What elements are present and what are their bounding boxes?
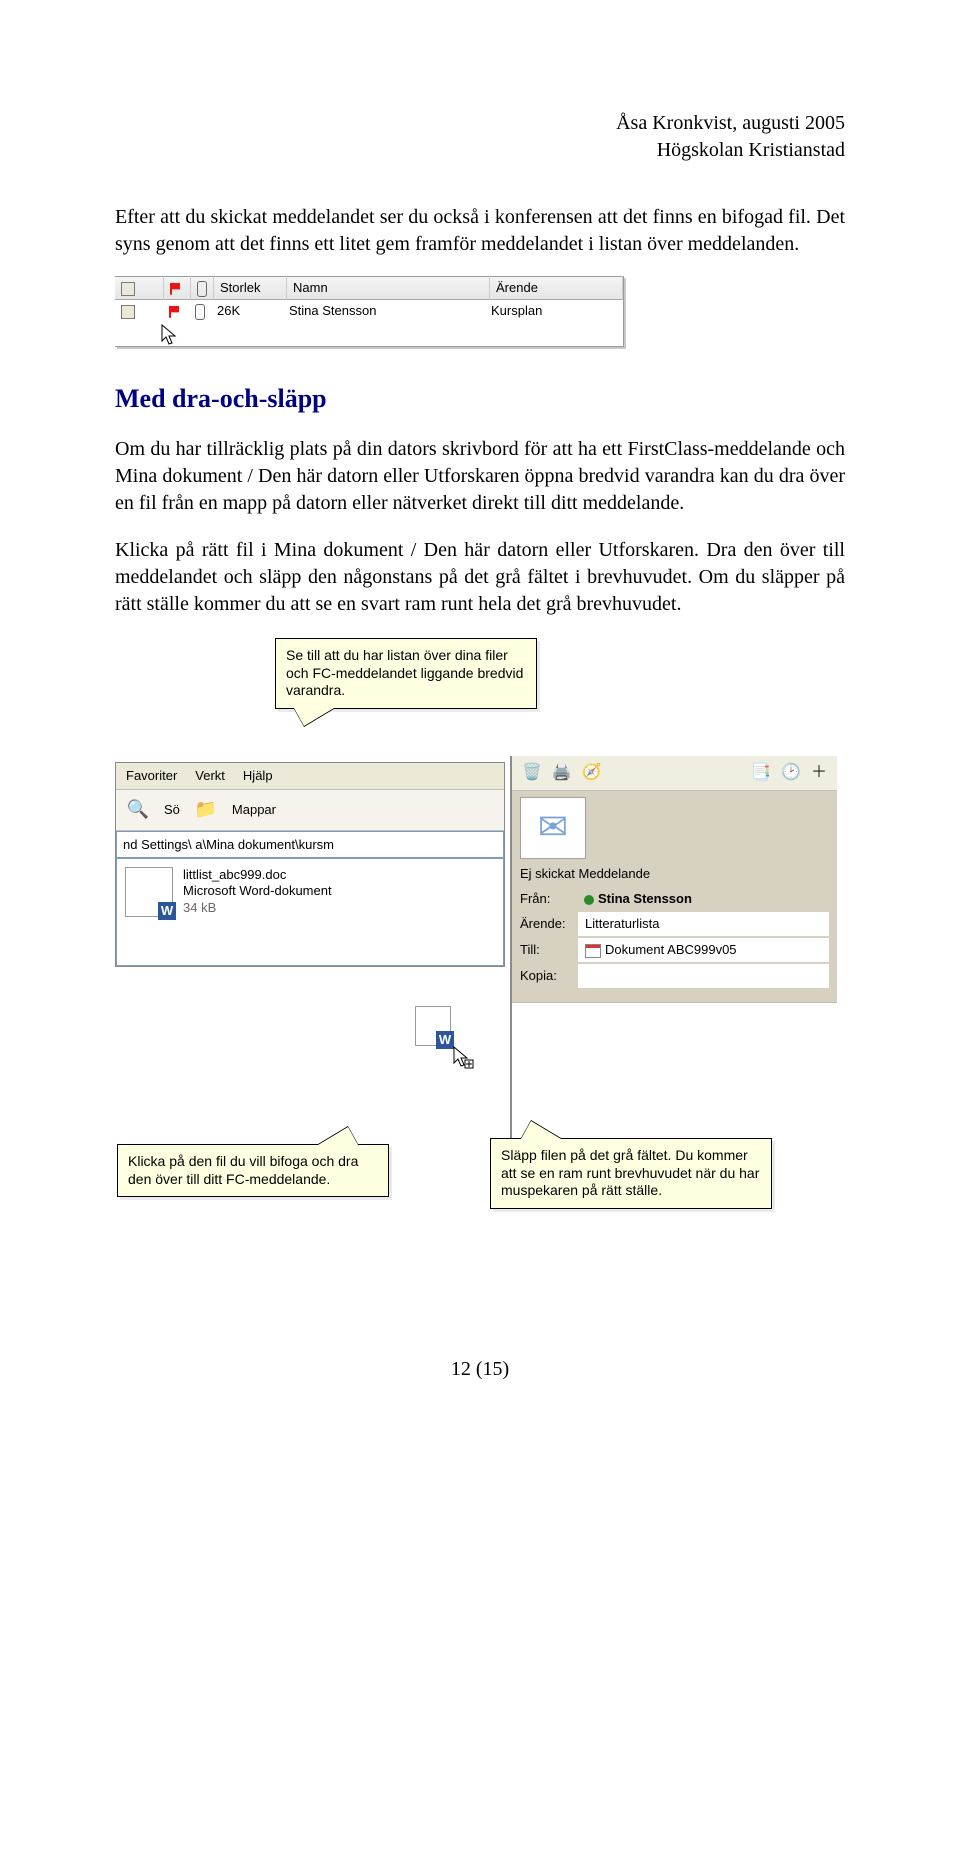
value-subject[interactable]: Litteraturlista [578,912,829,936]
menu-hjalp[interactable]: Hjälp [243,767,273,785]
explorer-window: Favoriter Verkt Hjälp 🔍 Sö 📁 Mappar nd S… [115,762,505,967]
explorer-toolbar: 🔍 Sö 📁 Mappar [116,790,504,831]
col-subject[interactable]: Ärende [490,276,623,300]
table-header-row: Storlek Namn Ärende [115,277,623,300]
sort-icon [121,282,135,296]
word-file-icon[interactable] [125,867,173,917]
callout-bottom-right: Släpp filen på det grå fältet. Du kommer… [490,1138,772,1209]
trash-icon[interactable]: 🗑️ [522,762,542,784]
file-size: 34 kB [183,900,332,916]
header-author: Åsa Kronkvist, augusti 2005 [115,110,845,137]
cell-subject: Kursplan [485,299,623,323]
folders-icon[interactable]: 📁 [192,796,220,824]
value-to[interactable]: Dokument ABC999v05 [578,938,829,962]
label-to: Till: [520,941,578,959]
callout-bottom-left: Klicka på den fil du vill bifoga och dra… [117,1144,389,1197]
message-window: 🗑️ 🖨️ 🧭 📑 🕑 ＋ ✉︎ Ej skickat Meddelande F… [510,756,837,1163]
add-icon[interactable]: ＋ [811,762,827,784]
value-from: Stina Stensson [578,888,829,910]
label-cc: Kopia: [520,967,578,985]
person-icon [584,895,594,905]
value-cc[interactable] [578,964,829,988]
table-row[interactable]: 26K Stina Stensson Kursplan [115,300,623,322]
cell-size: 26K [211,299,283,323]
toolbar-search-label[interactable]: Sö [164,801,180,819]
screenshot-message-list: Storlek Namn Ärende 26K Stina Stensson K… [115,276,624,347]
message-envelope-icon: ✉︎ [520,797,586,859]
explorer-body: littlist_abc999.doc Microsoft Word-dokum… [116,858,504,966]
cursor-icon [161,324,179,346]
mail-icon [121,305,135,319]
address-bar[interactable]: nd Settings\ a\Mina dokument\kursm [116,831,504,859]
from-name: Stina Stensson [598,891,692,906]
col-size[interactable]: Storlek [214,276,287,300]
attachment-icon [195,304,205,320]
drag-ghost [415,1006,451,1046]
screenshot-drag-drop: Se till att du har listan över dina file… [115,636,835,1276]
file-metadata[interactable]: littlist_abc999.doc Microsoft Word-dokum… [183,867,332,916]
intro-paragraph: Efter att du skickat meddelandet ser du … [115,204,845,258]
header-org: Högskolan Kristianstad [115,137,845,164]
drag-cursor-icon [453,1046,475,1077]
explorer-menubar: Favoriter Verkt Hjälp [116,763,504,790]
field-subject: Ärende: Litteraturlista [520,912,829,936]
flag-icon [169,306,179,318]
file-type: Microsoft Word-dokument [183,883,332,899]
word-file-icon [415,1006,451,1046]
page-header: Åsa Kronkvist, augusti 2005 Högskolan Kr… [115,110,845,164]
section-paragraph-2: Klicka på rätt fil i Mina dokument / Den… [115,537,845,618]
calendar-icon [585,944,601,958]
cell-name: Stina Stensson [283,299,485,323]
attachment-icon [197,281,207,297]
section-paragraph-1: Om du har tillräcklig plats på din dator… [115,436,845,517]
page-number: 12 (15) [115,1356,845,1383]
file-name: littlist_abc999.doc [183,867,332,883]
field-cc: Kopia: [520,964,829,988]
message-header: ✉︎ Ej skickat Meddelande Från: Stina Ste… [512,791,837,1003]
section-heading: Med dra-och-släpp [115,381,845,416]
callout-top: Se till att du har listan över dina file… [275,638,537,709]
to-name: Dokument ABC999v05 [605,942,737,957]
copy-icon[interactable]: 📑 [751,762,771,784]
menu-verktyg[interactable]: Verkt [195,767,225,785]
col-name[interactable]: Namn [287,276,490,300]
globe-icon[interactable]: 🧭 [582,762,602,784]
print-icon[interactable]: 🖨️ [552,762,572,784]
toolbar-folders-label[interactable]: Mappar [232,801,276,819]
field-from: Från: Stina Stensson [520,888,829,910]
field-to: Till: Dokument ABC999v05 [520,938,829,962]
menu-favoriter[interactable]: Favoriter [126,767,177,785]
message-toolbar: 🗑️ 🖨️ 🧭 📑 🕑 ＋ [512,756,837,791]
label-from: Från: [520,890,578,908]
search-icon[interactable]: 🔍 [124,796,152,824]
label-subject: Ärende: [520,915,578,933]
history-icon[interactable]: 🕑 [781,762,801,784]
flag-icon [170,283,180,295]
message-status: Ej skickat Meddelande [520,865,829,883]
